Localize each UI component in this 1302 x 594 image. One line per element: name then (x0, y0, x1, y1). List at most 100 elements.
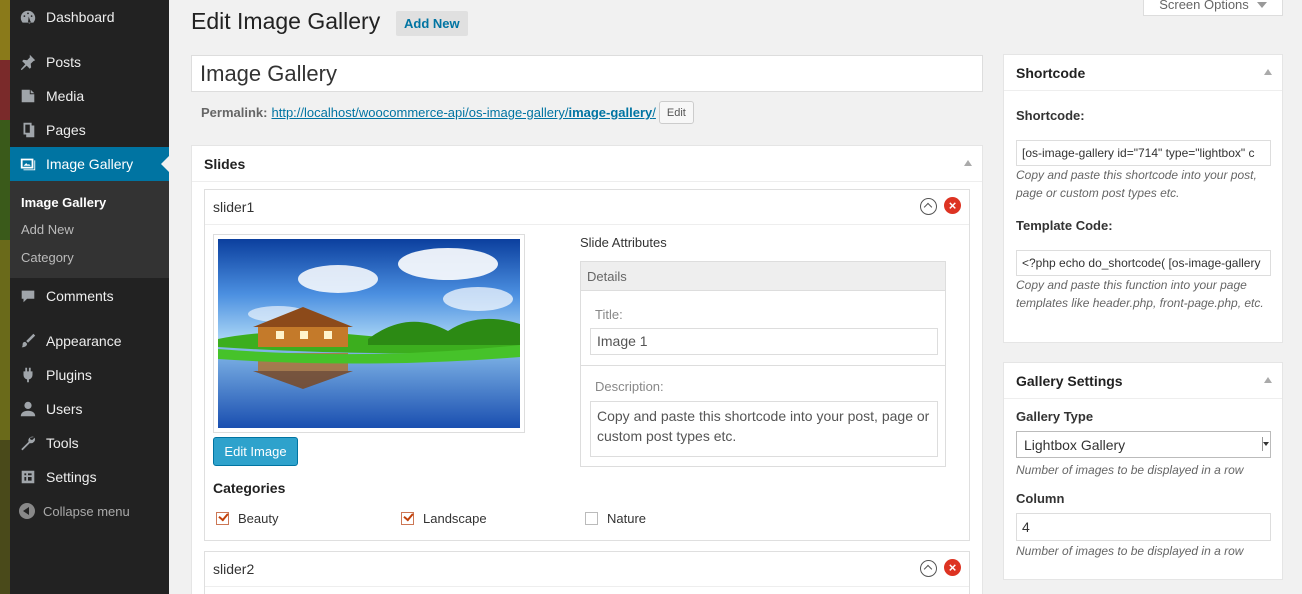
permalink-edit-button[interactable]: Edit (658, 101, 694, 124)
menu-item-image-gallery[interactable]: Image Gallery (10, 147, 169, 181)
collapse-arrow-icon (19, 503, 35, 519)
submenu-item-image-gallery[interactable]: Image Gallery (21, 195, 106, 210)
shortcode-field[interactable]: [os-image-gallery id="714" type="lightbo… (1016, 140, 1271, 166)
category-beauty[interactable]: Beauty (216, 511, 278, 526)
menu-label: Plugins (46, 367, 92, 383)
landscape-image (218, 239, 520, 428)
template-code-label: Template Code: (1016, 218, 1113, 233)
plugin-icon (10, 366, 46, 384)
dropdown-arrow-icon (1262, 437, 1269, 451)
permalink-slug: image-gallery (568, 105, 653, 120)
slide-name: slider2 (213, 561, 255, 577)
details-divider (581, 365, 945, 366)
menu-item-posts[interactable]: Posts (10, 45, 169, 79)
toggle-arrow-icon[interactable] (964, 160, 972, 166)
menu-label: Media (46, 88, 85, 104)
menu-item-settings[interactable]: Settings (10, 460, 169, 494)
brush-icon (10, 332, 46, 350)
edit-image-button[interactable]: Edit Image (213, 437, 298, 466)
menu-label: Comments (46, 288, 114, 304)
details-panel: Details Title: Image 1 Description: Copy… (580, 261, 946, 467)
menu-label: Settings (46, 469, 97, 485)
template-code-field[interactable]: <?php echo do_shortcode( [os-image-galle… (1016, 250, 1271, 276)
wrench-icon (10, 434, 46, 452)
menu-label: Posts (46, 54, 82, 70)
slide-image (213, 234, 525, 433)
category-landscape[interactable]: Landscape (401, 511, 487, 526)
shortcode-help: Copy and paste this shortcode into your … (1016, 168, 1257, 200)
menu-item-plugins[interactable]: Plugins (10, 358, 169, 392)
slide-title-input[interactable]: Image 1 (590, 328, 938, 355)
gallery-settings-header[interactable]: Gallery Settings (1004, 363, 1282, 399)
gallery-settings-heading: Gallery Settings (1016, 372, 1123, 389)
submenu-item-category[interactable]: Category (21, 250, 74, 265)
menu-label: Tools (46, 435, 79, 451)
collapse-label: Collapse menu (43, 503, 130, 519)
category-label: Nature (607, 511, 647, 526)
user-icon (10, 400, 46, 418)
slide-description-textarea[interactable]: Copy and paste this shortcode into your … (590, 401, 938, 457)
slide-header[interactable]: slider2 (205, 552, 969, 587)
page-title: Edit Image Gallery (191, 8, 381, 34)
comment-icon (10, 287, 46, 305)
gallery-settings-box: Gallery Settings Gallery Type Lightbox G… (1003, 362, 1283, 580)
menu-label: Dashboard (46, 9, 115, 25)
collapse-icon[interactable] (920, 198, 937, 215)
menu-item-comments[interactable]: Comments (10, 279, 169, 313)
column-help: Number of images to be displayed in a ro… (1016, 544, 1244, 558)
gallery-type-select[interactable]: Lightbox Gallery (1016, 431, 1271, 458)
screen-options-label: Screen Options (1159, 0, 1249, 12)
pin-icon (10, 53, 46, 71)
add-new-button[interactable]: Add New (396, 11, 468, 36)
admin-menu: Dashboard Posts Media Pages Image Galler… (10, 0, 169, 594)
slide-header[interactable]: slider1 (205, 190, 969, 225)
permalink-link[interactable]: http://localhost/woocommerce-api/os-imag… (271, 105, 655, 120)
slides-box-header[interactable]: Slides (192, 146, 982, 182)
title-label: Title: (595, 307, 623, 322)
menu-item-tools[interactable]: Tools (10, 426, 169, 460)
permalink-base: http://localhost/woocommerce-api/os-imag… (271, 105, 569, 120)
screen-options-button[interactable]: Screen Options (1143, 0, 1283, 16)
permalink-label: Permalink: (201, 105, 268, 120)
shortcode-box-header[interactable]: Shortcode (1004, 55, 1282, 91)
menu-label: Image Gallery (46, 156, 134, 172)
dashboard-icon (10, 8, 46, 26)
gallery-icon (10, 155, 46, 173)
remove-slide-icon[interactable]: × (944, 197, 961, 214)
toggle-arrow-icon[interactable] (1264, 377, 1272, 383)
menu-label: Appearance (46, 333, 122, 349)
slides-box: Slides slider1 × Edit Image Categories B… (191, 145, 983, 594)
menu-item-pages[interactable]: Pages (10, 113, 169, 147)
permalink-tail: / (652, 105, 656, 120)
window-edge-strip (0, 0, 10, 594)
collapse-icon[interactable] (920, 560, 937, 577)
settings-icon (10, 468, 46, 486)
permalink-row: Permalink: http://localhost/woocommerce-… (201, 101, 694, 124)
submenu-item-add-new[interactable]: Add New (21, 222, 74, 237)
column-label: Column (1016, 491, 1065, 506)
toggle-arrow-icon[interactable] (1264, 69, 1272, 75)
menu-label: Users (46, 401, 83, 417)
category-nature[interactable]: Nature (585, 511, 646, 526)
column-input[interactable]: 4 (1016, 513, 1271, 541)
category-checkbox[interactable] (216, 512, 229, 525)
caret-down-icon (1256, 1, 1267, 8)
slide-panel: slider2 × (204, 551, 970, 594)
menu-item-media[interactable]: Media (10, 79, 169, 113)
category-label: Beauty (238, 511, 279, 526)
menu-item-users[interactable]: Users (10, 392, 169, 426)
description-label: Description: (595, 379, 664, 394)
menu-label: Pages (46, 122, 86, 138)
collapse-menu-button[interactable]: Collapse menu (10, 500, 169, 522)
gallery-type-value: Lightbox Gallery (1024, 436, 1126, 453)
media-icon (10, 87, 46, 105)
shortcode-heading: Shortcode (1016, 64, 1086, 81)
category-checkbox[interactable] (585, 512, 598, 525)
category-checkbox[interactable] (401, 512, 414, 525)
image-gallery-submenu: Image Gallery Add New Category (10, 181, 169, 278)
menu-item-dashboard[interactable]: Dashboard (10, 0, 169, 34)
slide-attributes-title: Slide Attributes (580, 235, 667, 250)
post-title-input[interactable] (191, 55, 983, 92)
menu-item-appearance[interactable]: Appearance (10, 324, 169, 358)
remove-slide-icon[interactable]: × (944, 559, 961, 576)
